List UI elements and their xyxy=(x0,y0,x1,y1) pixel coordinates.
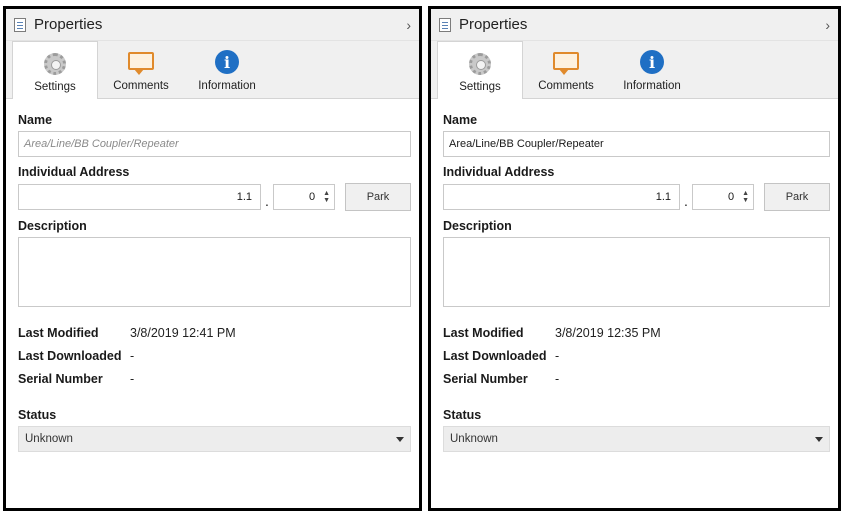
tab-comments[interactable]: Comments xyxy=(98,41,184,98)
panel-titlebar: Properties › xyxy=(431,9,838,41)
tab-comments[interactable]: Comments xyxy=(523,41,609,98)
name-input[interactable]: Area/Line/BB Coupler/Repeater xyxy=(443,131,830,157)
status-label: Status xyxy=(443,408,482,422)
serial-number-label: Serial Number xyxy=(18,371,103,386)
panel-titlebar: Properties › xyxy=(6,9,419,41)
tab-label: Comments xyxy=(538,80,594,92)
tab-label: Comments xyxy=(113,80,169,92)
address-separator: . xyxy=(684,193,688,209)
name-label: Name xyxy=(18,113,53,127)
status-value: Unknown xyxy=(25,433,73,445)
address-number-value: 0 xyxy=(727,191,735,203)
tab-label: Settings xyxy=(459,81,501,93)
serial-number-value: - xyxy=(555,371,560,386)
spinner-down-icon[interactable]: ▼ xyxy=(323,197,330,204)
individual-address-row: 1.1 . 0 ▲ ▼ Park xyxy=(18,183,411,211)
properties-icon xyxy=(14,17,26,32)
properties-icon xyxy=(439,17,451,32)
name-label: Name xyxy=(443,113,478,127)
last-downloaded-value: - xyxy=(555,348,560,363)
serial-number-row: Serial Number - xyxy=(443,367,830,390)
address-separator: . xyxy=(265,193,269,209)
properties-panel-right: Properties › Settings Comments i Informa… xyxy=(428,6,841,511)
chevron-down-icon xyxy=(815,436,823,442)
last-modified-label: Last Modified xyxy=(443,325,524,340)
last-modified-value: 3/8/2019 12:41 PM xyxy=(130,325,236,340)
address-number-stepper[interactable]: 0 ▲ ▼ xyxy=(273,184,335,210)
status-select[interactable]: Unknown xyxy=(443,426,830,452)
panel-title: Properties xyxy=(459,16,528,33)
settings-content: Name Area/Line/BB Coupler/Repeater Indiv… xyxy=(6,99,419,452)
tab-label: Settings xyxy=(34,81,76,93)
spinner-arrows-icon[interactable]: ▲ ▼ xyxy=(323,190,330,204)
description-textarea[interactable] xyxy=(18,237,411,307)
last-downloaded-label: Last Downloaded xyxy=(18,348,122,363)
info-icon: i xyxy=(640,50,664,74)
last-downloaded-row: Last Downloaded - xyxy=(443,344,830,367)
tab-settings[interactable]: Settings xyxy=(437,41,523,99)
chevron-right-icon[interactable]: › xyxy=(825,17,830,33)
tab-bar: Settings Comments i Information xyxy=(431,41,838,99)
last-modified-row: Last Modified 3/8/2019 12:41 PM xyxy=(18,321,411,344)
individual-address-row: 1.1 . 0 ▲ ▼ Park xyxy=(443,183,830,211)
gear-icon xyxy=(44,53,66,75)
tab-information[interactable]: i Information xyxy=(184,41,270,98)
park-button[interactable]: Park xyxy=(345,183,411,211)
address-main-field: 1.1 xyxy=(443,184,680,210)
description-label: Description xyxy=(443,219,512,233)
comment-icon xyxy=(128,52,154,75)
last-downloaded-value: - xyxy=(130,348,135,363)
spinner-up-icon[interactable]: ▲ xyxy=(323,190,330,197)
spinner-down-icon[interactable]: ▼ xyxy=(742,197,749,204)
individual-address-label: Individual Address xyxy=(18,165,130,179)
name-input[interactable]: Area/Line/BB Coupler/Repeater xyxy=(18,131,411,157)
metadata-list: Last Modified 3/8/2019 12:41 PM Last Dow… xyxy=(18,321,411,390)
description-textarea[interactable] xyxy=(443,237,830,307)
tab-settings[interactable]: Settings xyxy=(12,41,98,99)
last-modified-row: Last Modified 3/8/2019 12:35 PM xyxy=(443,321,830,344)
settings-content: Name Area/Line/BB Coupler/Repeater Indiv… xyxy=(431,99,838,452)
tab-information[interactable]: i Information xyxy=(609,41,695,98)
address-number-stepper[interactable]: 0 ▲ ▼ xyxy=(692,184,754,210)
last-modified-label: Last Modified xyxy=(18,325,99,340)
info-icon: i xyxy=(215,50,239,74)
tab-bar: Settings Comments i Information xyxy=(6,41,419,99)
serial-number-row: Serial Number - xyxy=(18,367,411,390)
gear-icon xyxy=(469,53,491,75)
status-select[interactable]: Unknown xyxy=(18,426,411,452)
tab-label: Information xyxy=(198,80,256,92)
serial-number-value: - xyxy=(130,371,135,386)
chevron-right-icon[interactable]: › xyxy=(406,17,411,33)
properties-panel-left: Properties › Settings Comments i Informa… xyxy=(3,6,422,511)
spinner-arrows-icon[interactable]: ▲ ▼ xyxy=(742,190,749,204)
address-main-field: 1.1 xyxy=(18,184,261,210)
comment-icon xyxy=(553,52,579,75)
last-downloaded-label: Last Downloaded xyxy=(443,348,547,363)
metadata-list: Last Modified 3/8/2019 12:35 PM Last Dow… xyxy=(443,321,830,390)
status-label: Status xyxy=(18,408,57,422)
status-value: Unknown xyxy=(450,433,498,445)
last-downloaded-row: Last Downloaded - xyxy=(18,344,411,367)
description-label: Description xyxy=(18,219,87,233)
individual-address-label: Individual Address xyxy=(443,165,555,179)
tab-label: Information xyxy=(623,80,681,92)
last-modified-value: 3/8/2019 12:35 PM xyxy=(555,325,661,340)
serial-number-label: Serial Number xyxy=(443,371,528,386)
address-number-value: 0 xyxy=(308,191,316,203)
panel-title: Properties xyxy=(34,16,103,33)
chevron-down-icon xyxy=(396,436,404,442)
spinner-up-icon[interactable]: ▲ xyxy=(742,190,749,197)
park-button[interactable]: Park xyxy=(764,183,830,211)
